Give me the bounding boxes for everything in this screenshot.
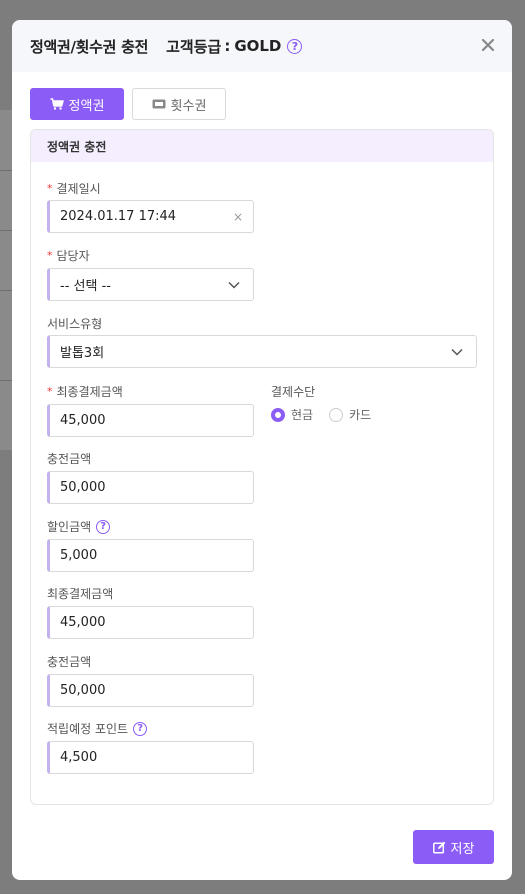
input-value: 2024.01.17 17:44	[60, 209, 177, 224]
radio-label: 현금	[291, 408, 314, 422]
input-value: 45,000	[60, 413, 106, 428]
charge-form-panel: 정액권 충전 * 결제일시 2024.01.17 17:44 × * 담당자 -…	[30, 129, 494, 805]
radio-card[interactable]: 카드	[329, 406, 371, 423]
charge-amount-input[interactable]: 50,000	[47, 471, 254, 504]
discount-amount-label: 할인금액 ?	[47, 518, 111, 535]
grade-value: GOLD	[234, 37, 282, 55]
charge-amount-2-input[interactable]: 50,000	[47, 674, 254, 707]
edit-icon	[432, 841, 446, 854]
input-value: 50,000	[60, 480, 106, 495]
ticket-icon	[152, 99, 166, 109]
help-icon[interactable]: ?	[133, 721, 148, 736]
input-value: 45,000	[60, 615, 106, 630]
label-text: 충전금액	[47, 655, 92, 669]
reward-points-label: 적립예정 포인트 ?	[47, 720, 148, 737]
tab-bar: 정액권 횟수권	[30, 88, 226, 120]
grade-label: 고객등급	[166, 37, 222, 56]
select-value: -- 선택 --	[60, 279, 111, 294]
required-mark: *	[47, 385, 53, 398]
input-value: 5,000	[60, 548, 98, 563]
tab-label: 정액권	[68, 98, 105, 114]
select-value: 발톱3회	[60, 346, 105, 361]
manager-label: * 담당자	[47, 247, 90, 264]
panel-title: 정액권 충전	[31, 130, 493, 162]
label-text: 서비스유형	[47, 317, 103, 331]
tab-count-pass[interactable]: 횟수권	[132, 88, 226, 120]
label-text: 충전금액	[47, 452, 92, 466]
service-type-select[interactable]: 발톱3회	[47, 335, 477, 368]
final-amount-2-label: 최종결제금액	[47, 585, 113, 602]
final-amount-label: * 최종결제금액	[47, 383, 123, 400]
charge-amount-label: 충전금액	[47, 450, 91, 467]
grade-colon: :	[224, 37, 231, 55]
help-icon[interactable]: ?	[287, 38, 303, 54]
payment-method-radio-group: 현금 카드	[271, 406, 371, 423]
label-text: 결제일시	[56, 182, 101, 196]
label-text: 최종결제금액	[56, 385, 123, 399]
clear-icon[interactable]: ×	[233, 210, 243, 224]
label-text: 결제수단	[271, 385, 316, 399]
cart-icon	[50, 98, 64, 110]
final-amount-input[interactable]: 45,000	[47, 404, 254, 437]
modal-header: 정액권/횟수권 충전 고객등급 : GOLD ?	[12, 20, 512, 72]
label-text: 최종결제금액	[47, 587, 114, 601]
save-label: 저장	[450, 841, 475, 857]
service-type-label: 서비스유형	[47, 315, 102, 332]
label-text: 담당자	[56, 249, 90, 263]
radio-checked-icon	[271, 407, 285, 422]
discount-amount-input[interactable]: 5,000	[47, 539, 254, 572]
close-button[interactable]	[478, 35, 498, 55]
charge-modal: 정액권/횟수권 충전 고객등급 : GOLD ? 정액권 횟수권 정액권 충전 …	[12, 20, 512, 880]
payment-datetime-input[interactable]: 2024.01.17 17:44 ×	[47, 200, 254, 233]
radio-label: 카드	[349, 408, 372, 422]
reward-points-input[interactable]: 4,500	[47, 741, 254, 774]
required-mark: *	[47, 249, 53, 262]
required-mark: *	[47, 182, 53, 195]
label-text: 할인금액	[47, 520, 92, 534]
input-value: 4,500	[60, 750, 98, 765]
tab-label: 횟수권	[170, 98, 207, 114]
payment-datetime-label: * 결제일시	[47, 180, 101, 197]
input-value: 50,000	[60, 683, 106, 698]
manager-select[interactable]: -- 선택 --	[47, 268, 254, 301]
chevron-down-icon	[228, 281, 240, 289]
charge-amount-2-label: 충전금액	[47, 653, 91, 670]
final-amount-2-input[interactable]: 45,000	[47, 606, 254, 639]
label-text: 적립예정 포인트	[47, 722, 129, 736]
radio-unchecked-icon	[329, 407, 344, 422]
payment-method-label: 결제수단	[271, 383, 315, 400]
save-button[interactable]: 저장	[413, 830, 494, 864]
chevron-down-icon	[451, 348, 463, 356]
close-icon	[481, 38, 495, 52]
radio-cash[interactable]: 현금	[271, 406, 313, 423]
modal-title: 정액권/횟수권 충전	[30, 37, 149, 56]
tab-fixed-amount[interactable]: 정액권	[30, 88, 124, 120]
help-icon[interactable]: ?	[96, 519, 111, 534]
